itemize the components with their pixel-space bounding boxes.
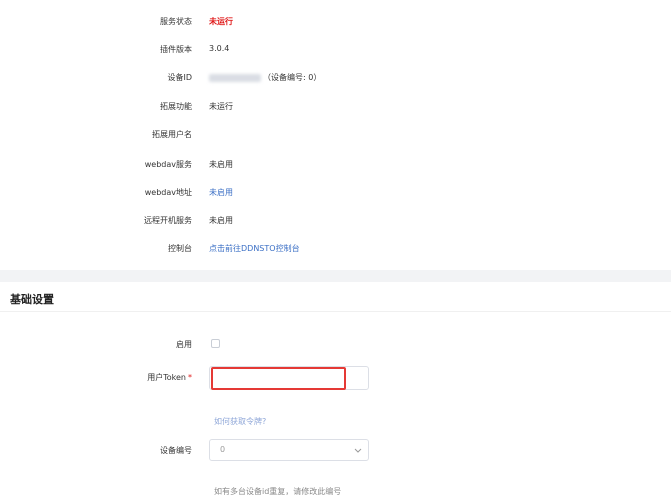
basic-settings-title: 基础设置 bbox=[10, 293, 54, 306]
device-number-help: 如有多台设备id重复，请修改此编号 bbox=[214, 487, 342, 496]
extension-value: 未运行 bbox=[209, 102, 233, 111]
remote-wake-row: 远程开机服务 未启用 bbox=[0, 212, 671, 228]
token-help-link[interactable]: 如何获取令牌? bbox=[214, 416, 266, 427]
device-id-label: 设备ID bbox=[167, 73, 192, 82]
device-number-label: 设备编号 bbox=[160, 446, 192, 455]
enable-label: 启用 bbox=[176, 340, 192, 349]
extension-row: 拓展功能 未运行 bbox=[0, 98, 671, 114]
remote-wake-label: 远程开机服务 bbox=[144, 216, 192, 225]
webdav-address-label: webdav地址 bbox=[144, 188, 192, 197]
device-id-value: （设备编号: 0） bbox=[209, 72, 321, 83]
token-input[interactable] bbox=[211, 367, 346, 390]
plugin-version-row: 插件版本 3.0.4 bbox=[0, 41, 671, 57]
enable-row: 启用 bbox=[0, 336, 671, 352]
token-label-text: 用户Token bbox=[147, 373, 186, 382]
device-number-select[interactable]: 0 bbox=[209, 439, 369, 461]
webdav-address-link[interactable]: 未启用 bbox=[209, 187, 233, 198]
service-status-label: 服务状态 bbox=[160, 17, 192, 26]
chevron-down-icon bbox=[354, 448, 362, 453]
console-row: 控制台 点击前往DDNSTO控制台 bbox=[0, 240, 671, 256]
webdav-service-row: webdav服务 未启用 bbox=[0, 156, 671, 172]
redacted-device-id bbox=[209, 73, 261, 82]
webdav-service-value: 未启用 bbox=[209, 160, 233, 169]
console-label: 控制台 bbox=[168, 244, 192, 253]
service-status-value: 未运行 bbox=[209, 17, 233, 26]
plugin-version-label: 插件版本 bbox=[160, 45, 192, 54]
device-id-row: 设备ID （设备编号: 0） bbox=[0, 69, 671, 85]
webdav-service-label: webdav服务 bbox=[144, 160, 192, 169]
remote-wake-value: 未启用 bbox=[209, 216, 233, 225]
webdav-address-row: webdav地址 未启用 bbox=[0, 184, 671, 200]
plugin-version-value: 3.0.4 bbox=[209, 44, 230, 53]
console-link[interactable]: 点击前往DDNSTO控制台 bbox=[209, 243, 300, 254]
basic-settings-header: 基础设置 bbox=[0, 282, 671, 312]
token-label: 用户Token * bbox=[72, 372, 192, 383]
required-mark: * bbox=[188, 373, 192, 382]
extension-user-label: 拓展用户名 bbox=[152, 130, 192, 139]
service-status-row: 服务状态 未运行 bbox=[0, 13, 671, 29]
extension-user-row: 拓展用户名 bbox=[0, 126, 671, 142]
status-panel: 服务状态 未运行 插件版本 3.0.4 设备ID （设备编号: 0） 拓展功能 … bbox=[0, 0, 671, 270]
extension-label: 拓展功能 bbox=[160, 102, 192, 111]
device-number-note: （设备编号: 0） bbox=[263, 73, 322, 82]
section-divider bbox=[0, 270, 671, 282]
enable-checkbox[interactable] bbox=[211, 339, 220, 348]
device-number-value: 0 bbox=[220, 445, 226, 454]
